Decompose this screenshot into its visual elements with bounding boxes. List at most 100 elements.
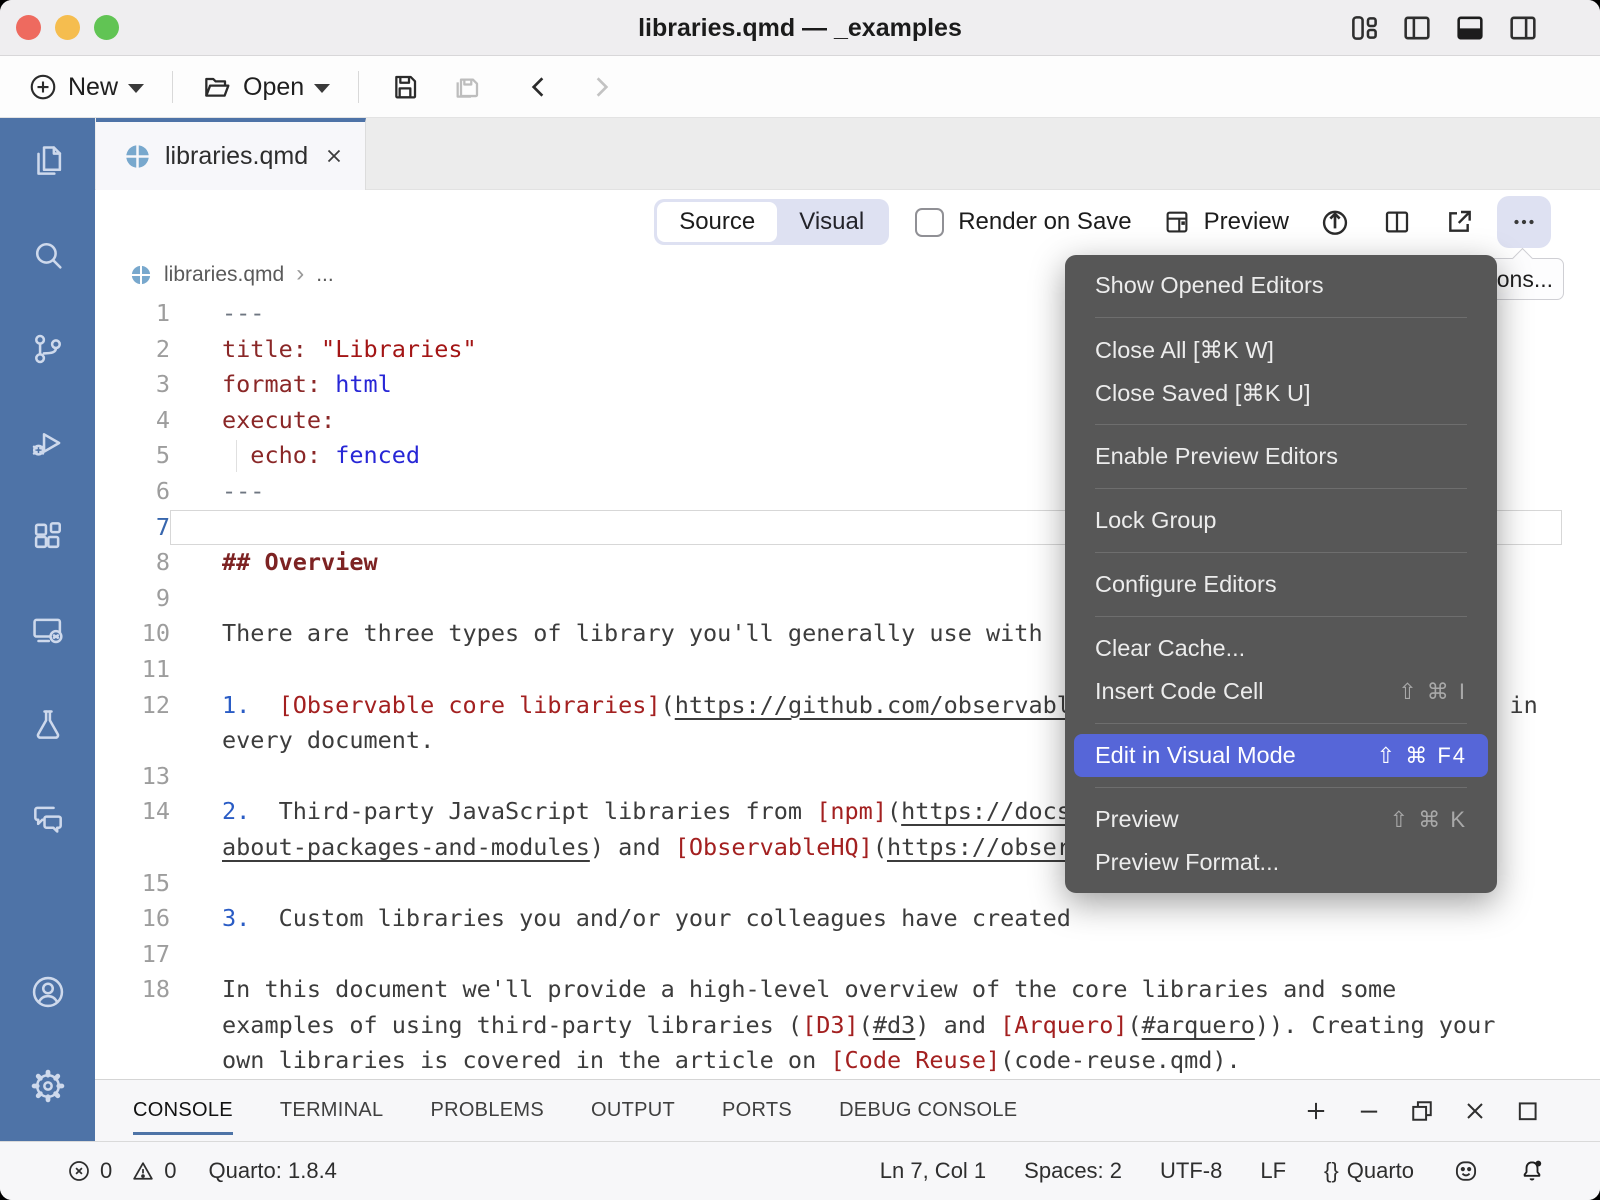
split-editor-icon[interactable]: [1381, 206, 1413, 238]
render-on-save-checkbox[interactable]: [915, 208, 944, 237]
code-line-17[interactable]: 17: [95, 937, 1600, 973]
line-number: 6: [95, 474, 170, 510]
toolbar-separator: [358, 71, 359, 103]
menu-item-preview-format[interactable]: Preview Format...: [1065, 841, 1497, 884]
feedback-smiley-icon[interactable]: [1452, 1157, 1480, 1185]
line-number: 8: [95, 545, 170, 581]
panel-tab-bar: CONSOLE TERMINAL PROBLEMS OUTPUT PORTS DEBUG …: [95, 1079, 1600, 1141]
toggle-panel-icon[interactable]: [1453, 11, 1487, 45]
line-number: 9: [95, 581, 170, 617]
line-number: 17: [95, 937, 170, 973]
menu-item-insert-code-cell[interactable]: Insert Code Cell⇧ ⌘ I: [1065, 670, 1497, 713]
open-in-new-window-icon[interactable]: [1443, 206, 1475, 238]
tab-label: libraries.qmd: [165, 142, 308, 171]
panel-close-icon[interactable]: [1461, 1097, 1489, 1125]
preview-button[interactable]: Preview: [1162, 207, 1289, 237]
navigate-forward-icon: [585, 71, 617, 103]
panel-tab-console[interactable]: CONSOLE: [133, 1080, 233, 1142]
indentation-status[interactable]: Spaces: 2: [1024, 1158, 1122, 1184]
settings-gear-icon[interactable]: [29, 1067, 67, 1105]
source-control-icon[interactable]: [29, 330, 67, 368]
line-number: 16: [95, 901, 170, 937]
run-and-debug-icon[interactable]: [29, 424, 67, 462]
line-number: [95, 723, 170, 759]
menu-item-close-all-k-w[interactable]: Close All [⌘K W]: [1065, 328, 1497, 371]
activity-bar: [0, 118, 95, 1141]
code-line-16[interactable]: 163. Custom libraries you and/or your co…: [95, 901, 1600, 937]
app-window: libraries.qmd — _examples New Open: [0, 0, 1600, 1200]
line-number: 5: [95, 438, 170, 474]
code-line-18-wrap2[interactable]: own libraries is covered in the article …: [95, 1043, 1600, 1079]
comments-icon[interactable]: [29, 800, 67, 838]
quarto-version-status[interactable]: Quarto: 1.8.4: [209, 1158, 337, 1184]
visual-mode-button[interactable]: Visual: [777, 202, 886, 242]
search-sidebar-icon[interactable]: [29, 236, 67, 274]
menu-separator: [1095, 787, 1467, 788]
new-plus-icon: [28, 72, 58, 102]
menu-shortcut: ⇧ ⌘ I: [1398, 679, 1467, 705]
panel-tab-terminal[interactable]: TERMINAL: [280, 1080, 384, 1142]
preview-icon: [1162, 207, 1192, 237]
customize-layout-icon[interactable]: [1347, 11, 1381, 45]
panel-tab-debug-console[interactable]: DEBUG CONSOLE: [839, 1080, 1017, 1142]
menu-item-close-saved-k-u[interactable]: Close Saved [⌘K U]: [1065, 371, 1497, 414]
toggle-secondary-sidebar-icon[interactable]: [1506, 11, 1540, 45]
problems-status[interactable]: 0 0: [66, 1158, 177, 1184]
code-line-18[interactable]: 18In this document we'll provide a high-…: [95, 972, 1600, 1008]
more-actions-button[interactable]: [1497, 196, 1551, 248]
save-icon[interactable]: [389, 71, 421, 103]
testing-icon[interactable]: [29, 706, 67, 744]
account-icon[interactable]: [29, 973, 67, 1011]
language-mode-status[interactable]: {} Quarto: [1324, 1158, 1414, 1184]
menu-item-clear-cache[interactable]: Clear Cache...: [1065, 627, 1497, 670]
menu-item-edit-in-visual-mode[interactable]: Edit in Visual Mode⇧ ⌘ F4: [1074, 734, 1488, 777]
extensions-icon[interactable]: [29, 518, 67, 556]
titlebar: libraries.qmd — _examples: [0, 0, 1600, 56]
breadcrumb-file[interactable]: libraries.qmd: [164, 263, 284, 287]
new-dropdown-caret: [128, 84, 144, 93]
save-all-icon: [451, 71, 483, 103]
editor-action-bar: Source Visual Render on Save Preview: [95, 190, 1600, 254]
panel-maximize-icon[interactable]: [1514, 1097, 1542, 1125]
panel-tab-output[interactable]: OUTPUT: [591, 1080, 675, 1142]
navigate-back-icon[interactable]: [523, 71, 555, 103]
menu-shortcut: ⇧ ⌘ K: [1390, 807, 1467, 833]
panel-tab-ports[interactable]: PORTS: [722, 1080, 792, 1142]
top-toolbar: New Open Search Python 3.12.1 (: [0, 56, 1600, 118]
menu-item-configure-editors[interactable]: Configure Editors: [1065, 563, 1497, 606]
eol-status[interactable]: LF: [1260, 1158, 1286, 1184]
new-button[interactable]: New: [22, 68, 150, 106]
menu-item-lock-group[interactable]: Lock Group: [1065, 499, 1497, 542]
source-visual-toggle: Source Visual: [654, 199, 889, 245]
menu-item-show-opened-editors[interactable]: Show Opened Editors: [1065, 264, 1497, 307]
source-mode-button[interactable]: Source: [657, 202, 777, 242]
line-number: [95, 1043, 170, 1079]
breadcrumb-chevron-icon: ›: [296, 260, 304, 288]
panel-tab-problems[interactable]: PROBLEMS: [430, 1080, 544, 1142]
breadcrumb-more[interactable]: ...: [316, 263, 334, 287]
tab-close-icon[interactable]: [322, 144, 346, 168]
encoding-status[interactable]: UTF-8: [1160, 1158, 1222, 1184]
panel-add-icon[interactable]: [1302, 1097, 1330, 1125]
code-line-18-wrap1[interactable]: examples of using third-party libraries …: [95, 1008, 1600, 1044]
editor-tab-strip: libraries.qmd: [95, 118, 1600, 190]
open-folder-icon: [201, 71, 233, 103]
line-number: 15: [95, 866, 170, 902]
explorer-icon[interactable]: [29, 142, 67, 180]
quarto-file-icon: [124, 143, 151, 170]
remote-explorer-icon[interactable]: [29, 612, 67, 650]
open-button[interactable]: Open: [195, 67, 336, 107]
notifications-bell-icon[interactable]: [1518, 1157, 1546, 1185]
toggle-sidebar-icon[interactable]: [1400, 11, 1434, 45]
menu-item-preview[interactable]: Preview⇧ ⌘ K: [1065, 798, 1497, 841]
tab-libraries-qmd[interactable]: libraries.qmd: [96, 118, 366, 190]
panel-restore-icon[interactable]: [1408, 1097, 1436, 1125]
cursor-position-status[interactable]: Ln 7, Col 1: [880, 1158, 986, 1184]
menu-item-enable-preview-editors[interactable]: Enable Preview Editors: [1065, 435, 1497, 478]
line-number: 10: [95, 616, 170, 652]
line-number: 7: [95, 510, 170, 546]
status-bar: 0 0 Quarto: 1.8.4 Ln 7, Col 1 Spaces: 2 …: [0, 1141, 1600, 1200]
open-dropdown-caret: [314, 84, 330, 93]
panel-minimize-icon[interactable]: [1355, 1097, 1383, 1125]
render-icon[interactable]: [1319, 206, 1351, 238]
